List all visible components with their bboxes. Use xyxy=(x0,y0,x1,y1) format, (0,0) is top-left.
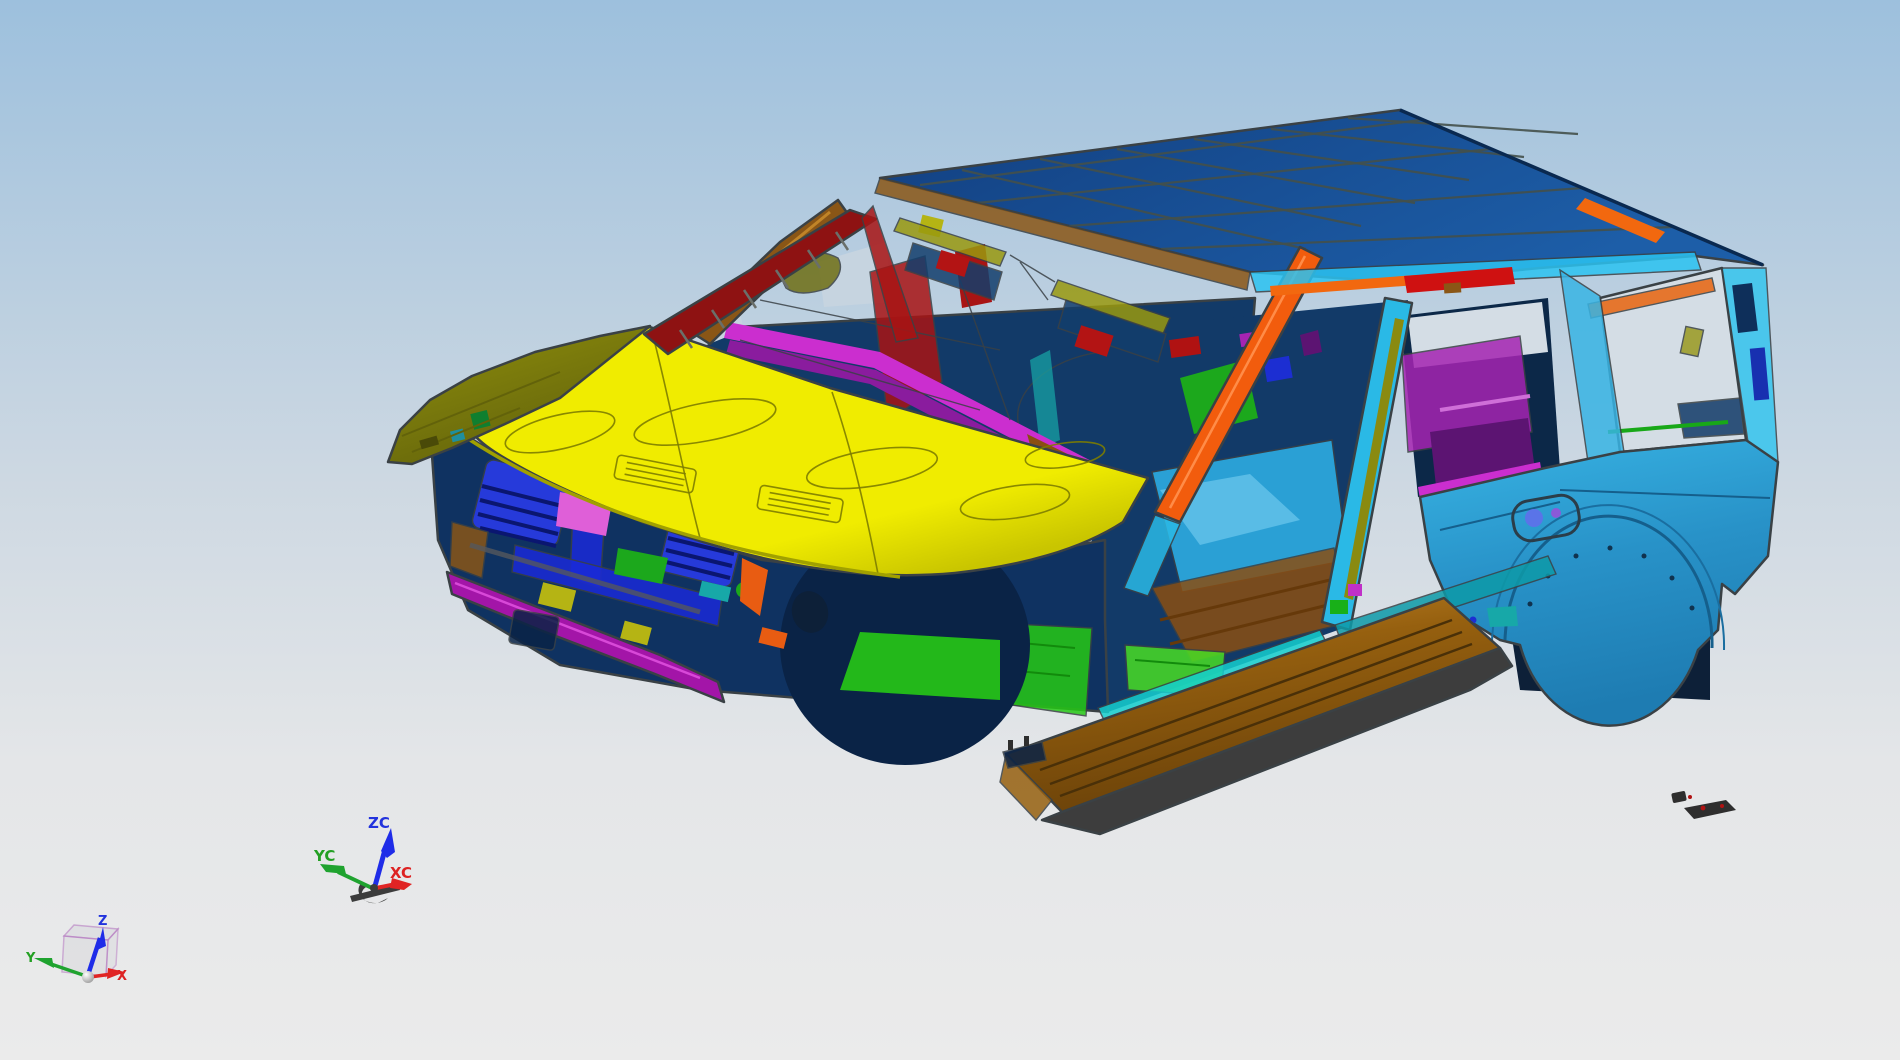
tow-bracket-navy xyxy=(508,609,560,651)
model-canvas[interactable]: ZC YC XC Z Y X xyxy=(0,0,1900,1060)
stud-2 xyxy=(1024,736,1029,746)
acs-x-label: X xyxy=(117,969,127,984)
cant-rail-brown-bit xyxy=(1443,282,1462,294)
stud-1 xyxy=(1008,740,1013,750)
wcs-xc-label: XC xyxy=(390,864,412,882)
wcs-origin[interactable] xyxy=(370,884,378,892)
b-pillar-magenta-bit xyxy=(1348,584,1362,596)
wcs-zc-label: ZC xyxy=(368,814,390,832)
small-part-red-dot2 xyxy=(1700,805,1706,811)
rocker-teal-bracket xyxy=(1487,606,1518,627)
acs-z-label: Z xyxy=(98,914,107,929)
quarter-window-area xyxy=(1559,266,1779,464)
cad-3d-viewport[interactable]: ZC YC XC Z Y X xyxy=(0,0,1900,1060)
acs-y-label: Y xyxy=(25,951,36,966)
wcs-yc-label: YC xyxy=(313,847,335,865)
b-pillar-green-bit xyxy=(1330,600,1348,614)
acs-origin-sphere[interactable] xyxy=(82,971,94,983)
small-part-red-dot1 xyxy=(1688,795,1692,799)
floor-through-arch xyxy=(840,632,1000,700)
window-navy-brace xyxy=(1677,397,1745,439)
small-part-red-dot3 xyxy=(1720,804,1724,808)
